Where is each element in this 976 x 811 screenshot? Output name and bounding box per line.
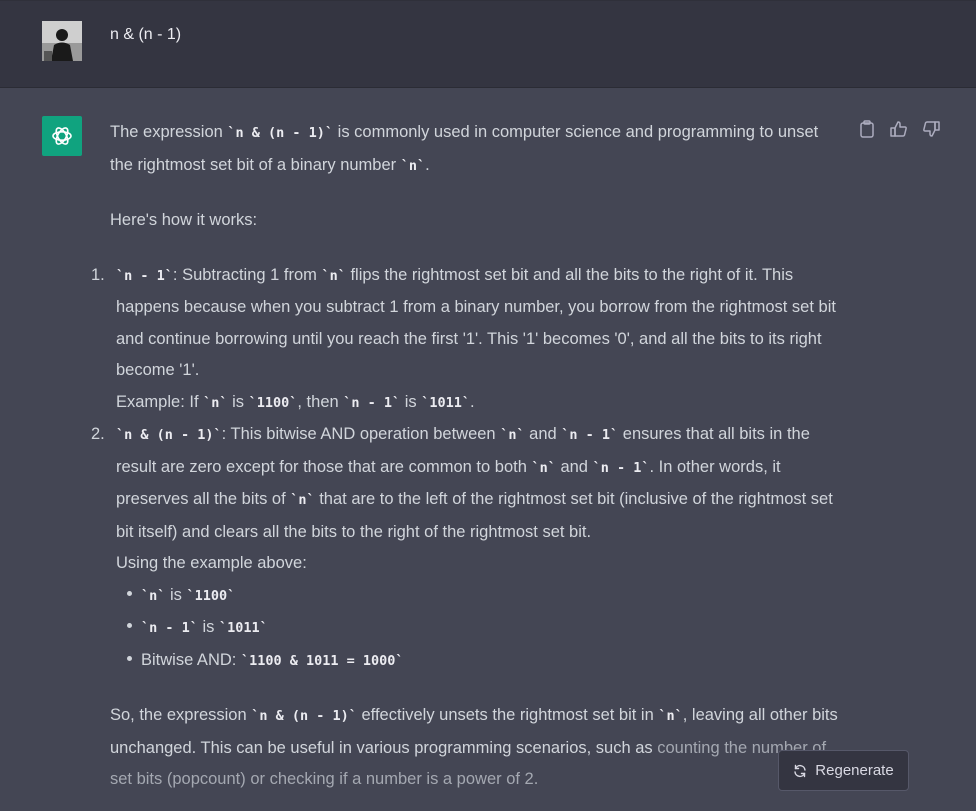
list-number: 1. (91, 265, 105, 284)
bullet-item: `n` is `1100` (116, 580, 845, 613)
inline-code: `n - 1` (592, 459, 650, 476)
bullet-item: Bitwise AND: `1100 & 1011 = 1000` (116, 645, 845, 678)
text: Bitwise AND: (141, 650, 241, 669)
inline-code: `n` (203, 394, 228, 411)
openai-logo-icon (52, 127, 72, 145)
thumbs-up-icon[interactable] (888, 118, 910, 140)
text: . (470, 392, 475, 411)
assistant-avatar (42, 116, 82, 156)
steps-list: 1. `n - 1`: Subtracting 1 from `n` flips… (91, 260, 845, 678)
text: Example: If (116, 392, 204, 411)
inline-code: `n` (658, 708, 683, 724)
user-avatar (42, 21, 82, 61)
inline-code: `n` (141, 587, 166, 604)
copy-icon[interactable] (856, 118, 878, 140)
inline-code: `n` (400, 157, 426, 174)
inline-code: `n & (n - 1)` (116, 427, 222, 443)
regenerate-button[interactable]: Regenerate (778, 750, 909, 791)
text: and (524, 425, 562, 443)
text: is (165, 585, 187, 604)
message-actions (856, 118, 942, 140)
text: . (425, 155, 430, 174)
inline-code: `n` (321, 267, 346, 284)
list-number: 2. (91, 425, 105, 443)
list-item: 1. `n - 1`: Subtracting 1 from `n` flips… (91, 260, 845, 420)
regenerate-label: Regenerate (815, 762, 894, 779)
inline-code: `n - 1` (561, 427, 619, 443)
bullet-item: `n - 1` is `1011` (116, 612, 845, 645)
inline-code: `n - 1` (116, 267, 173, 284)
text: Using the example above: (116, 554, 307, 572)
inline-code: `1100 & 1011 = 1000` (240, 652, 404, 669)
intro-paragraph: The expression `n & (n - 1)` is commonly… (110, 117, 845, 182)
inline-code: `1100` (248, 394, 298, 411)
inline-code: `n & (n - 1)` (227, 125, 334, 141)
text: The expression (110, 123, 228, 141)
text: is (227, 392, 249, 411)
user-message-text: n & (n - 1) (110, 26, 182, 43)
inline-code: `1100` (186, 587, 236, 604)
list-item: 2. `n & (n - 1)`: This bitwise AND opera… (91, 419, 845, 678)
inline-code: `1011` (219, 620, 268, 636)
text: is (400, 392, 422, 411)
user-message-row: n & (n - 1) (0, 0, 976, 88)
inline-code: `n` (290, 492, 315, 508)
example-bullets: `n` is `1100` `n - 1` is `1011` Bitwise … (116, 580, 845, 678)
text: and (555, 457, 593, 476)
conclusion-paragraph: So, the expression `n & (n - 1)` effecti… (110, 700, 845, 796)
text: , then (297, 392, 344, 411)
thumbs-down-icon[interactable] (920, 118, 942, 140)
inline-code: `n & (n - 1)` (251, 708, 357, 724)
text: : This bitwise AND operation between (221, 425, 501, 443)
inline-code: `n` (531, 459, 556, 476)
inline-code: `n - 1` (343, 394, 401, 411)
how-it-works-paragraph: Here's how it works: (110, 211, 258, 229)
text: effectively unsets the rightmost set bit… (356, 706, 659, 724)
inline-code: `n` (500, 427, 525, 443)
text: is (197, 618, 219, 636)
inline-code: `1011` (421, 394, 471, 411)
assistant-message: The expression `n & (n - 1)` is commonly… (91, 117, 845, 796)
refresh-icon (794, 764, 806, 777)
inline-code: `n - 1` (141, 620, 198, 636)
text: : Subtracting 1 from (172, 265, 322, 284)
text: So, the expression (110, 706, 252, 724)
